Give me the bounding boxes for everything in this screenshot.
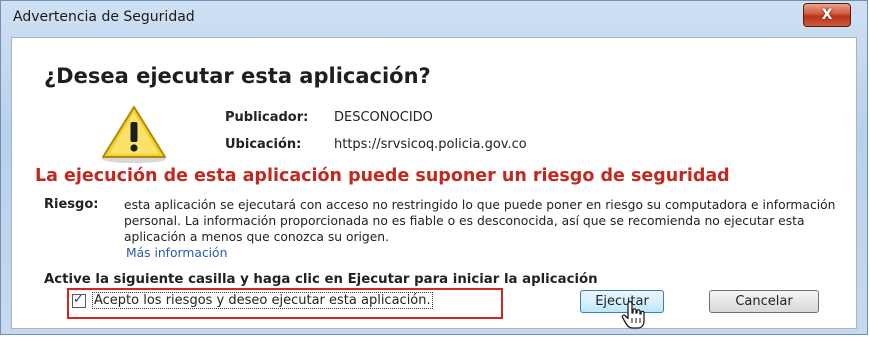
title-bar[interactable]: Advertencia de Seguridad X [1,1,867,31]
accept-risk-checkbox[interactable]: ✓ [72,292,86,308]
more-info-link[interactable]: Más información [126,246,227,260]
dialog-content: ¿Desea ejecutar esta aplicación? Publica… [11,37,857,329]
instruction-text: Active la siguiente casilla y haga clic … [44,272,598,287]
security-warning-window: Advertencia de Seguridad X ¿Desea ejecut… [0,0,868,335]
close-icon: X [821,7,833,23]
accept-risk-label[interactable]: Acepto los riesgos y deseo ejecutar esta… [92,292,433,309]
hand-pointer-icon [621,300,645,329]
risk-label: Riesgo: [44,197,99,212]
risk-title: La ejecución de esta aplicación puede su… [35,166,730,186]
publisher-label: Publicador: [225,110,309,125]
window-title: Advertencia de Seguridad [13,9,195,25]
risk-description: esta aplicación se ejecutará con acceso … [124,198,836,244]
cancel-button[interactable]: Cancelar [709,290,819,313]
warning-triangle-icon [102,106,166,163]
checkmark-icon: ✓ [73,292,84,307]
close-button[interactable]: X [803,3,851,27]
location-value: https://srvsicoq.policia.gov.co [334,137,527,152]
location-label: Ubicación: [225,137,302,152]
publisher-value: DESCONOCIDO [334,110,433,125]
dialog-heading: ¿Desea ejecutar esta aplicación? [44,64,431,88]
